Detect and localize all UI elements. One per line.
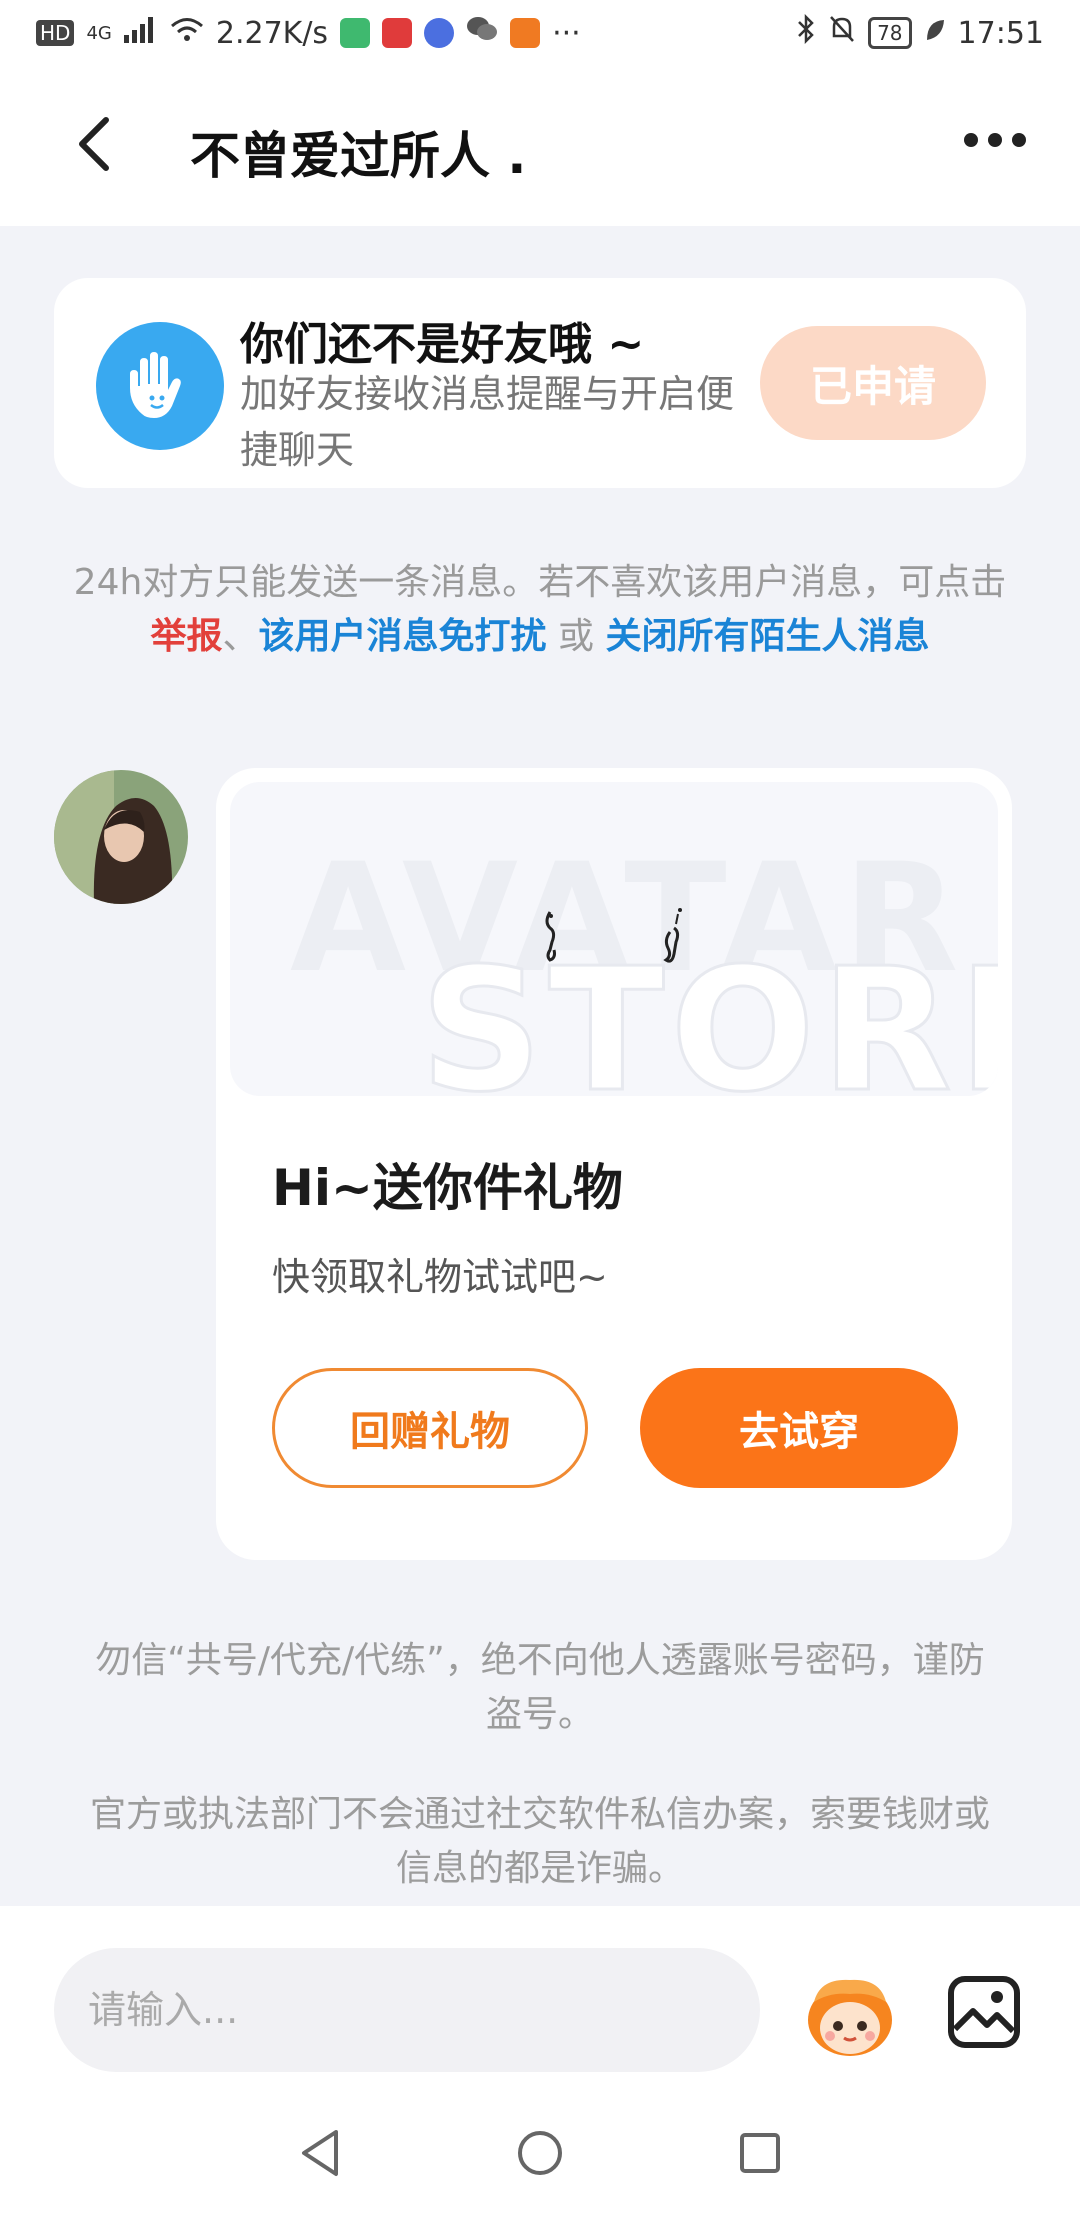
wifi-icon	[170, 16, 204, 51]
more-dot-icon	[1012, 133, 1026, 147]
return-gift-button[interactable]: 回赠礼物	[272, 1368, 588, 1488]
nav-back-button[interactable]	[290, 2123, 350, 2183]
bluetooth-icon	[796, 13, 816, 52]
mute-user-link[interactable]: 该用户消息免打扰	[259, 616, 547, 657]
music-app-icon	[424, 18, 455, 48]
more-options-button[interactable]	[950, 110, 1040, 170]
report-link[interactable]: 举报	[151, 616, 223, 657]
square-recents-icon	[740, 2133, 780, 2173]
avatar[interactable]	[54, 770, 188, 904]
triangle-back-icon	[302, 2130, 338, 2176]
security-warning-account: 勿信“共号/代充/代练”，绝不向他人透露账号密码，谨防盗号。	[95, 1640, 985, 1735]
title-bar: 不曾爱过所人 .	[0, 66, 1080, 226]
app-notification-icon-2	[382, 18, 413, 48]
more-dot-icon	[964, 133, 978, 147]
gift-preview-image[interactable]: AVATAR STORE	[230, 782, 998, 1096]
sticker-button[interactable]	[800, 1972, 900, 2062]
leaf-icon	[924, 16, 946, 51]
status-right: 78 17:51	[796, 13, 1044, 52]
chat-title: 不曾爱过所人 .	[190, 127, 527, 185]
friend-request-card: 你们还不是好友哦 ~ 加好友接收消息提醒与开启便捷聊天 已申请	[54, 278, 1026, 488]
notice-text: 24h对方只能发送一条消息。若不喜欢该用户消息，可点击	[73, 562, 1007, 603]
nav-home-button[interactable]	[510, 2123, 570, 2183]
message-input[interactable]	[54, 1948, 760, 2072]
chevron-left-icon	[79, 117, 109, 171]
system-navigation-bar	[0, 2086, 1080, 2220]
notice-or: 或	[546, 616, 606, 657]
clock: 17:51	[957, 15, 1044, 51]
circle-home-icon	[518, 2131, 562, 2175]
network-speed: 2.27K/s	[215, 15, 329, 51]
notice-separator: 、	[222, 616, 259, 657]
applied-button[interactable]: 已申请	[760, 326, 986, 440]
close-stranger-messages-link[interactable]: 关闭所有陌生人消息	[605, 616, 929, 657]
more-dot-icon	[988, 133, 1002, 147]
status-bar: HD 4G 2.27K/s ··· 78 17:51	[0, 0, 1080, 66]
signal-icon	[123, 16, 158, 51]
hd-badge: HD	[36, 20, 75, 46]
mascot-sticker-icon	[808, 1979, 892, 2056]
gift-title: Hi~送你件礼物	[272, 1159, 623, 1217]
nav-recents-button[interactable]	[730, 2123, 790, 2183]
friend-card-title: 你们还不是好友哦 ~	[240, 319, 645, 370]
waving-hand-icon	[96, 322, 224, 450]
stranger-message-notice: 24h对方只能发送一条消息。若不喜欢该用户消息，可点击 举报、该用户消息免打扰 …	[60, 556, 1020, 664]
network-type: 4G	[86, 22, 112, 44]
try-on-button[interactable]: 去试穿	[640, 1368, 958, 1488]
more-notifications-icon: ···	[552, 15, 581, 51]
friend-card-subtitle: 加好友接收消息提醒与开启便捷聊天	[240, 372, 735, 472]
image-icon	[948, 1976, 1020, 2048]
earrings-icon	[545, 908, 682, 963]
back-button[interactable]	[54, 104, 134, 184]
status-left: HD 4G 2.27K/s ···	[36, 15, 581, 51]
battery-indicator: 78	[868, 17, 912, 49]
security-warning-fraud: 官方或执法部门不会通过社交软件私信办案，索要钱财或信息的都是诈骗。	[90, 1794, 991, 1889]
gift-subtitle: 快领取礼物试试吧~	[272, 1255, 608, 1299]
mute-bell-icon	[828, 14, 856, 52]
app-notification-icon-1	[340, 18, 371, 48]
video-app-icon	[510, 18, 541, 48]
gift-message-card: AVATAR STORE Hi~送你件礼物 快领取礼物试试吧~ 回赠礼物 去试穿	[216, 768, 1012, 1560]
image-button[interactable]	[944, 1972, 1024, 2052]
message-input-bar	[0, 1906, 1080, 2086]
wechat-icon	[466, 15, 498, 51]
